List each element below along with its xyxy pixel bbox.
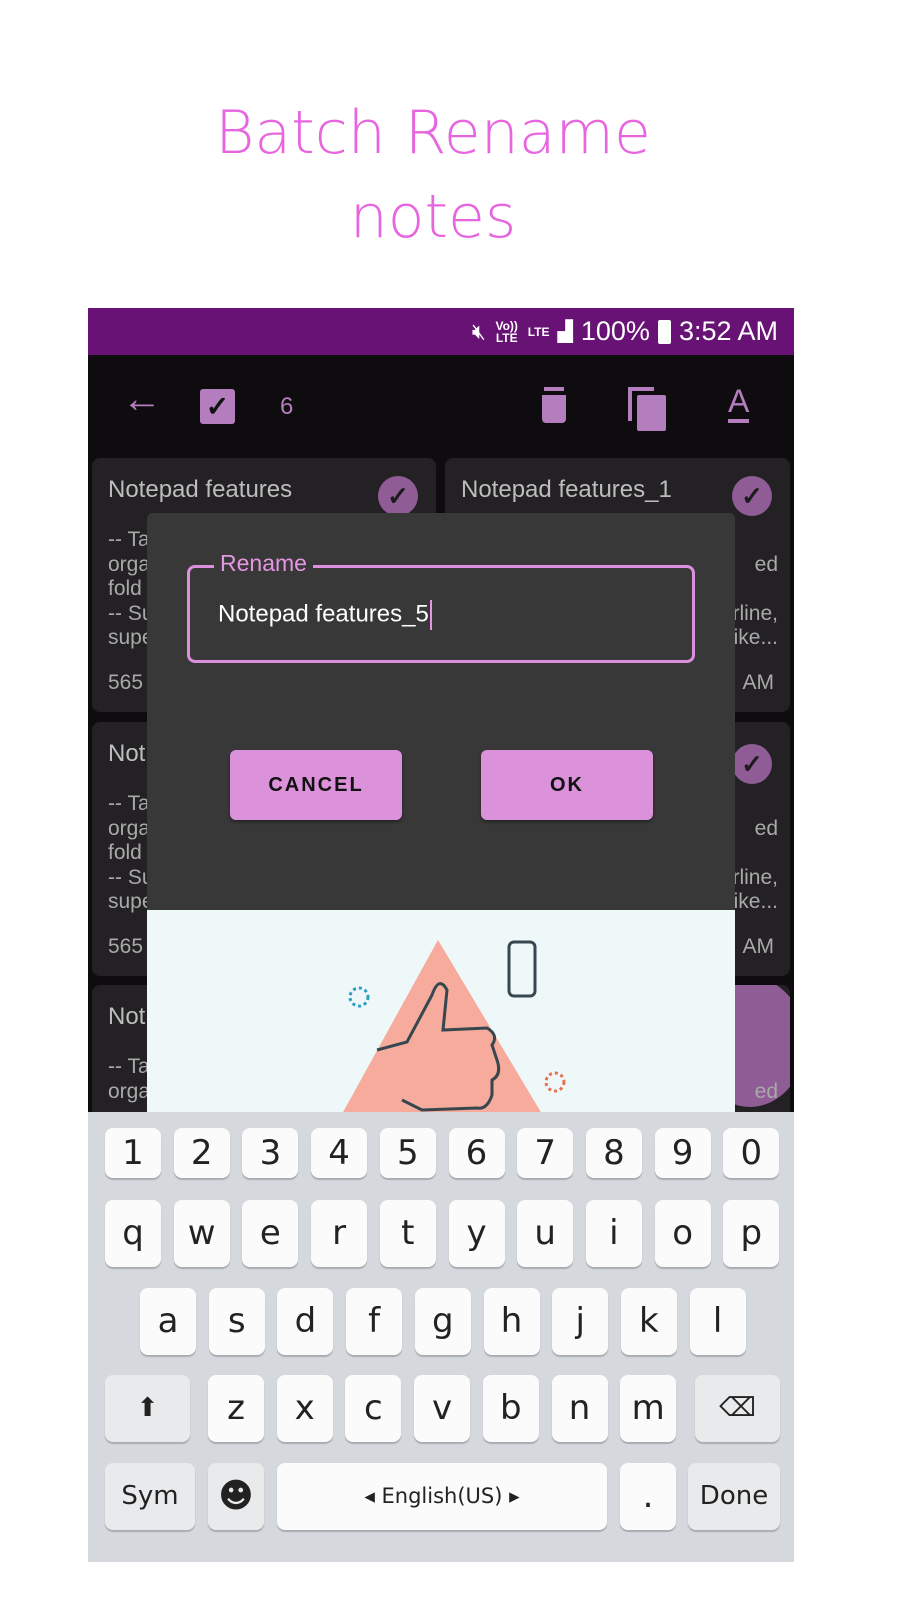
headline-line1: Batch Rename [215, 98, 651, 168]
key-7[interactable]: 7 [517, 1128, 574, 1178]
rename-dialog: Rename Notepad features_5 CANCEL OK [147, 513, 735, 913]
copy-icon[interactable] [628, 387, 666, 431]
note-text: ed [754, 817, 778, 840]
note-text: orga [108, 1080, 151, 1103]
key-d[interactable]: d [277, 1288, 334, 1355]
ok-button[interactable]: OK [481, 750, 653, 820]
phone-screen: 🔇︎ Vo)) LTE LTE ▟ 100% 3:52 AM ← ✓ 6 A N… [88, 308, 794, 1562]
note-text: fold [108, 841, 142, 864]
key-o[interactable]: o [654, 1200, 711, 1267]
backspace-key[interactable]: ⌫ [695, 1375, 780, 1442]
key-h[interactable]: h [483, 1288, 540, 1355]
key-k[interactable]: k [620, 1288, 677, 1355]
note-footer: 565 [108, 935, 144, 958]
keyboard: 1 2 3 4 5 6 7 8 9 0 q w e r t y u i o p a s d f g h j k l ⬆ z x c v b n m ⌫ Sy… [88, 1112, 794, 1562]
note-title: Notepad features [108, 476, 293, 503]
back-arrow-icon[interactable]: ← [122, 377, 162, 422]
ad-banner-image[interactable] [147, 910, 735, 1114]
key-x[interactable]: x [276, 1375, 333, 1442]
key-p[interactable]: p [723, 1200, 780, 1267]
rename-text-icon[interactable]: A [728, 383, 750, 423]
rename-value[interactable]: Notepad features_5 [218, 600, 429, 627]
key-e[interactable]: e [242, 1200, 299, 1267]
key-0[interactable]: 0 [723, 1128, 780, 1178]
key-2[interactable]: 2 [173, 1128, 230, 1178]
headline-line2: notes [349, 182, 517, 252]
note-text: rline, [732, 602, 778, 625]
status-bar: 🔇︎ Vo)) LTE LTE ▟ 100% 3:52 AM [88, 308, 794, 355]
checked-icon[interactable]: ✓ [378, 476, 418, 516]
key-c[interactable]: c [345, 1375, 402, 1442]
key-m[interactable]: m [620, 1375, 677, 1442]
note-footer: AM [742, 671, 775, 694]
checked-icon[interactable]: ✓ [732, 476, 772, 516]
note-title: Not [108, 740, 146, 767]
mute-icon: 🔇︎ [471, 318, 486, 344]
key-q[interactable]: q [105, 1200, 161, 1267]
key-b[interactable]: b [482, 1375, 539, 1442]
key-u[interactable]: u [517, 1200, 574, 1267]
key-l[interactable]: l [689, 1288, 746, 1355]
cancel-button[interactable]: CANCEL [230, 750, 402, 820]
note-title: Notepad features_1 [461, 476, 672, 503]
shift-key[interactable]: ⬆ [105, 1375, 190, 1442]
sym-key[interactable]: Sym [105, 1463, 195, 1530]
emoji-key[interactable]: ☻ [208, 1463, 264, 1530]
key-y[interactable]: y [448, 1200, 505, 1267]
checked-icon[interactable]: ✓ [732, 744, 772, 784]
key-i[interactable]: i [585, 1200, 642, 1267]
space-key[interactable]: ◂ English(US) ▸ [277, 1463, 607, 1530]
key-3[interactable]: 3 [242, 1128, 299, 1178]
clock: 3:52 AM [678, 316, 778, 346]
key-6[interactable]: 6 [448, 1128, 505, 1178]
text-caret [429, 600, 432, 630]
lte-icon: LTE [527, 324, 550, 339]
key-g[interactable]: g [414, 1288, 471, 1355]
key-a[interactable]: a [140, 1288, 196, 1355]
key-9[interactable]: 9 [654, 1128, 711, 1178]
note-text: orga [108, 553, 151, 576]
period-key[interactable]: . [620, 1463, 676, 1530]
battery-icon [657, 319, 671, 344]
note-text: ed [754, 1080, 778, 1103]
key-r[interactable]: r [311, 1200, 368, 1267]
key-1[interactable]: 1 [105, 1128, 161, 1178]
key-4[interactable]: 4 [311, 1128, 368, 1178]
note-text: rline, [732, 866, 778, 889]
note-text: ike... [733, 890, 778, 913]
key-j[interactable]: j [552, 1288, 609, 1355]
done-key[interactable]: Done [688, 1463, 780, 1530]
key-z[interactable]: z [208, 1375, 264, 1442]
note-footer: 565 [108, 671, 144, 694]
note-text: -- Ta [108, 1055, 150, 1078]
key-v[interactable]: v [414, 1375, 471, 1442]
key-s[interactable]: s [208, 1288, 265, 1355]
key-t[interactable]: t [379, 1200, 436, 1267]
volte-icon: Vo)) LTE [495, 318, 518, 345]
key-8[interactable]: 8 [585, 1128, 642, 1178]
note-title: Not [108, 1003, 146, 1030]
delete-icon[interactable] [542, 391, 566, 423]
key-n[interactable]: n [551, 1375, 608, 1442]
rename-input[interactable]: Rename Notepad features_5 [187, 550, 695, 663]
battery-level: 100% [580, 316, 650, 346]
key-f[interactable]: f [346, 1288, 403, 1355]
note-footer: AM [742, 935, 775, 958]
note-text: -- Ta [108, 528, 150, 551]
note-text: -- Ta [108, 792, 150, 815]
note-text: fold [108, 577, 142, 600]
note-text: ed [754, 553, 778, 576]
selected-count: 6 [280, 393, 294, 420]
thumbs-up-illustration [342, 940, 566, 1114]
select-all-checkbox-icon[interactable]: ✓ [200, 389, 235, 424]
note-text: ike... [733, 626, 778, 649]
signal-icon: ▟ [557, 321, 573, 343]
note-text: orga [108, 817, 151, 840]
key-w[interactable]: w [173, 1200, 230, 1267]
selection-toolbar: ← ✓ 6 A [88, 355, 794, 455]
key-5[interactable]: 5 [379, 1128, 436, 1178]
rename-label: Rename [214, 550, 313, 577]
